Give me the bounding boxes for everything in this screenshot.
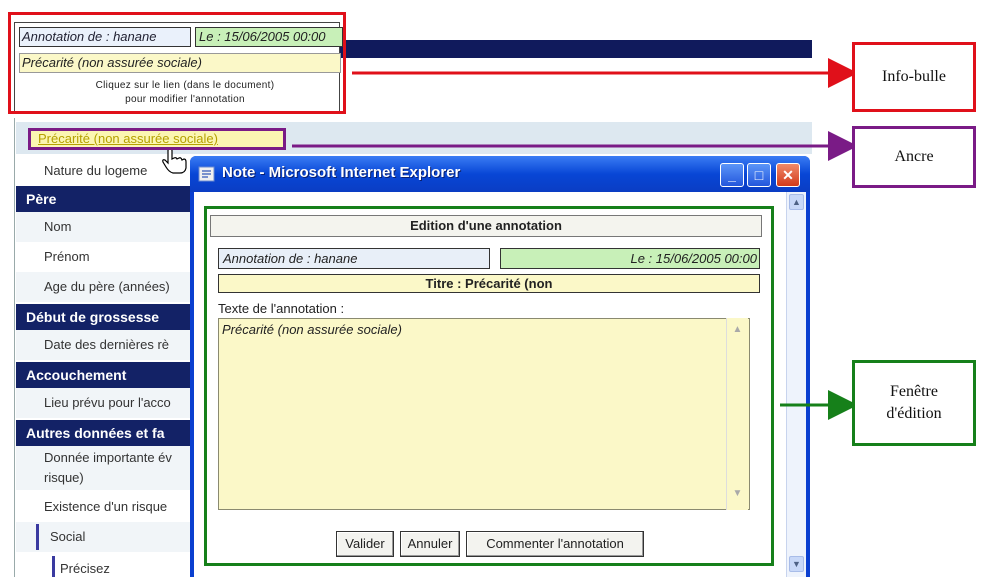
callout-fenetre-line1: Fenêtre: [890, 383, 938, 400]
callout-ancre: Ancre: [852, 126, 976, 188]
callout-arrows: [292, 58, 858, 420]
callout-fenetre-edition: Fenêtre d'édition: [852, 360, 976, 446]
callout-infobulle: Info-bulle: [852, 42, 976, 112]
callout-fenetre-line2: d'édition: [886, 405, 942, 422]
